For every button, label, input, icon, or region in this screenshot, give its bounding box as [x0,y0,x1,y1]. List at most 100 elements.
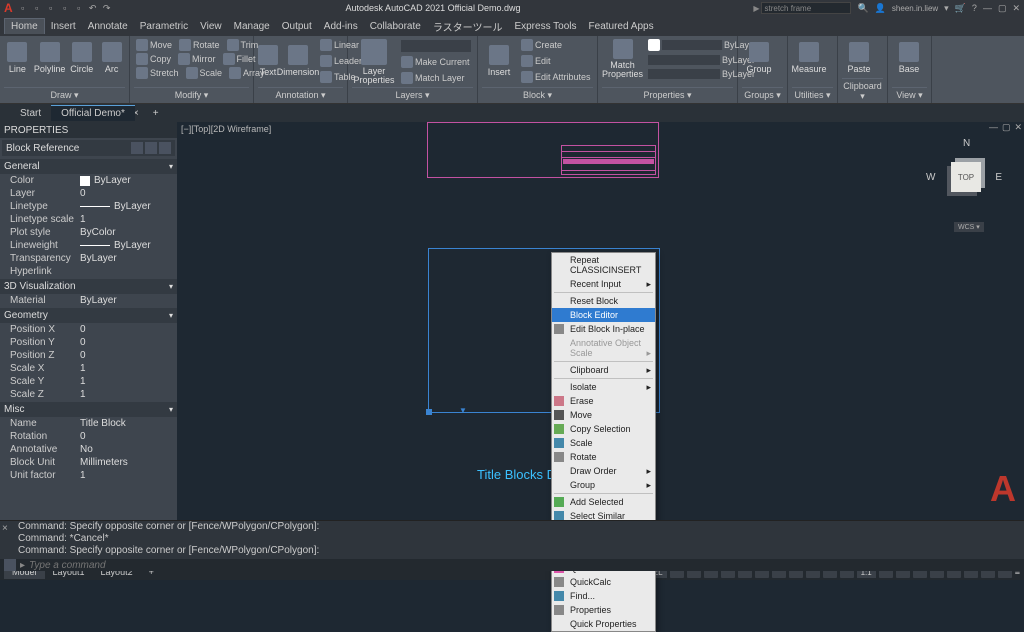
menu-featured apps[interactable]: Featured Apps [583,19,660,34]
ctx-block-editor[interactable]: Block Editor [552,308,655,322]
make-current-button[interactable]: Make Current [399,55,473,69]
prop-group-geometry[interactable]: Geometry▾ [0,308,177,323]
ctx-erase[interactable]: Erase [552,394,655,408]
edit-block-button[interactable]: Edit [519,54,593,68]
ctx-edit-block-in-place[interactable]: Edit Block In-place [552,322,655,336]
tab-plus[interactable]: + [143,106,169,121]
qat-save-icon[interactable]: ▫ [45,2,57,14]
cart-icon[interactable]: 🛒 [955,3,966,14]
scale-button[interactable]: Scale [184,66,225,80]
menu-manage[interactable]: Manage [228,19,276,34]
prop-row[interactable]: Scale Z1 [0,388,177,401]
layer-properties-button[interactable]: Layer Properties [352,38,396,86]
qat-plot-icon[interactable]: ▫ [73,2,85,14]
prop-row[interactable]: Scale Y1 [0,375,177,388]
circle-button[interactable]: Circle [68,38,95,78]
grip-icon[interactable] [426,409,432,415]
viewcube-e[interactable]: E [995,172,1002,183]
ctx-quick-properties[interactable]: Quick Properties [552,617,655,631]
ctx-find-[interactable]: Find... [552,589,655,603]
line-button[interactable]: Line [4,38,31,78]
panel-draw-label[interactable]: Draw ▾ [4,87,125,101]
menu-parametric[interactable]: Parametric [134,19,194,34]
command-input[interactable] [29,560,1020,571]
vp-close-icon[interactable]: ✕ [1014,122,1022,133]
base-button[interactable]: Base [892,38,926,78]
tab-start[interactable]: Start [10,106,51,121]
prop-row[interactable]: Rotation0 [0,430,177,443]
ctx-isolate[interactable]: Isolate▸ [552,380,655,394]
viewcube-wcs[interactable]: WCS ▾ [954,222,984,232]
ctx-rotate[interactable]: Rotate [552,450,655,464]
search-icon[interactable]: 🔍 [857,3,868,14]
user-name[interactable]: sheen.in.liew [892,4,938,13]
prop-row[interactable]: Unit factor1 [0,469,177,482]
ctx-properties[interactable]: Properties [552,603,655,617]
paste-button[interactable]: Paste [842,38,876,78]
menu-collaborate[interactable]: Collaborate [364,19,427,34]
ctx-group[interactable]: Group▸ [552,478,655,492]
ctx-annotative-object-scale[interactable]: Annotative Object Scale▸ [552,336,655,360]
menu-annotate[interactable]: Annotate [82,19,134,34]
prop-row[interactable]: Linetype scale1 [0,213,177,226]
panel-utilities-label[interactable]: Utilities ▾ [792,87,833,101]
panel-annotation-label[interactable]: Annotation ▾ [258,87,343,101]
ctx-reset-block[interactable]: Reset Block [552,294,655,308]
panel-layers-label[interactable]: Layers ▾ [352,87,473,101]
create-block-button[interactable]: Create [519,38,593,52]
match-properties-button[interactable]: Match Properties [602,39,643,79]
pickadd-icon[interactable] [159,142,171,154]
menu-home[interactable]: Home [4,18,45,34]
mirror-button[interactable]: Mirror [176,52,218,66]
qat-saveas-icon[interactable]: ▫ [59,2,71,14]
ctx-scale[interactable]: Scale [552,436,655,450]
prop-row[interactable]: Lineweight ByLayer [0,239,177,252]
menu-express tools[interactable]: Express Tools [508,19,582,34]
dimension-button[interactable]: Dimension [281,41,315,81]
close-icon[interactable]: ✕ [1012,3,1020,14]
prop-group-general[interactable]: General▾ [0,159,177,174]
prop-row[interactable]: Color ByLayer [0,174,177,187]
menu-view[interactable]: View [194,19,228,34]
ctx-quickcalc[interactable]: QuickCalc [552,575,655,589]
prop-row[interactable]: Block UnitMillimeters [0,456,177,469]
ctx-move[interactable]: Move [552,408,655,422]
prop-group-3d-visualization[interactable]: 3D Visualization▾ [0,279,177,294]
prop-row[interactable]: Linetype ByLayer [0,200,177,213]
cmd-icon[interactable] [4,559,16,571]
help-icon[interactable]: ? [972,3,977,13]
panel-groups-label[interactable]: Groups ▾ [742,87,783,101]
menu-output[interactable]: Output [276,19,318,34]
qat-undo-icon[interactable]: ↶ [87,2,99,14]
ctx-repeat-classicinsert[interactable]: Repeat CLASSICINSERT [552,253,655,277]
panel-view-label[interactable]: View ▾ [892,87,927,101]
move-button[interactable]: Move [134,38,174,52]
panel-block-label[interactable]: Block ▾ [482,87,593,101]
stretch-button[interactable]: Stretch [134,66,181,80]
chevron-down-icon[interactable] [131,142,143,154]
insert-button[interactable]: Insert [482,41,516,81]
maximize-icon[interactable]: ▢ [998,3,1007,14]
prop-row[interactable]: Position X0 [0,323,177,336]
edit-attributes-button[interactable]: Edit Attributes [519,70,593,84]
panel-properties-label[interactable]: Properties ▾ [602,87,733,101]
prop-row[interactable]: Hyperlink [0,265,177,278]
quickselect-icon[interactable] [145,142,157,154]
panel-modify-label[interactable]: Modify ▾ [134,87,249,101]
prop-row[interactable]: Scale X1 [0,362,177,375]
prop-group-misc[interactable]: Misc▾ [0,402,177,417]
app-share-icon[interactable]: ▾ [944,3,949,14]
search-input[interactable] [761,2,851,14]
prop-row[interactable]: TransparencyByLayer [0,252,177,265]
layer-dropdown[interactable] [399,39,473,53]
qat-open-icon[interactable]: ▫ [31,2,43,14]
drawing-block-frame-1[interactable] [427,122,659,178]
ctx-clipboard[interactable]: Clipboard▸ [552,363,655,377]
match-layer-button[interactable]: Match Layer [399,71,473,85]
cmd-close-icon[interactable]: × [2,523,12,533]
prop-row[interactable]: Layer0 [0,187,177,200]
qat-redo-icon[interactable]: ↷ [101,2,113,14]
prop-row[interactable]: NameTitle Block [0,417,177,430]
copy-button[interactable]: Copy [134,52,173,66]
grip-arrow-icon[interactable]: ▼ [459,406,467,415]
